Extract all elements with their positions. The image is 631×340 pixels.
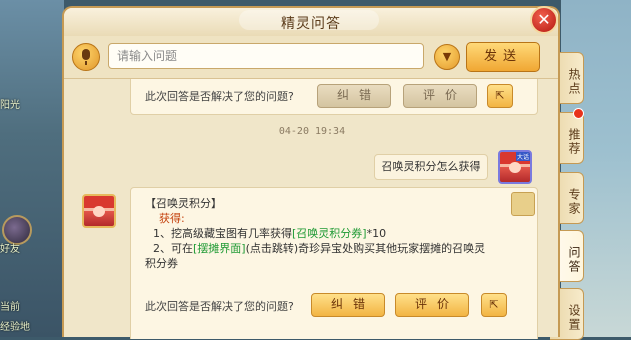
spirit-qa-window: 精灵问答 ▼ 发送 此次回答是否解决了您的问题? 纠错 评价 ⇱ 04-20 1… (62, 6, 560, 339)
tab-label: 热点 (567, 68, 581, 96)
answer-line-2-suffix: (点击跳转)奇珍异宝处购买其他玩家摆摊的召唤灵 (245, 242, 486, 255)
feedback-question: 此次回答是否解决了您的问题? (145, 300, 294, 313)
answer-line-1: 1、挖高级藏宝图有几率获得[召唤灵积分券]*10 (153, 226, 386, 241)
previous-answer-card: 此次回答是否解决了您的问题? 纠错 评价 ⇱ (130, 79, 538, 115)
tab-label: 问答 (567, 246, 581, 274)
answer-line-2-text: 2、可在 (153, 242, 193, 255)
spirit-avatar (82, 194, 116, 228)
title-bar: 精灵问答 (64, 8, 558, 37)
mic-body (82, 49, 90, 60)
answer-title: 【召唤灵积分】 (145, 197, 222, 210)
notification-dot (573, 108, 584, 119)
feedback-question: 此次回答是否解决了您的问题? (145, 90, 294, 103)
chat-area[interactable]: 此次回答是否解决了您的问题? 纠错 评价 ⇱ 04-20 19:34 召唤灵积分… (72, 79, 552, 339)
answer-card: 【召唤灵积分】 获得: 1、挖高级藏宝图有几率获得[召唤灵积分券]*10 2、可… (130, 187, 538, 339)
chevron-down-icon[interactable]: ▼ (434, 44, 460, 70)
close-icon[interactable]: ✕ (530, 6, 558, 34)
item-link[interactable]: [召唤灵积分券] (292, 227, 367, 240)
answer-obtain-label: 获得: (159, 212, 185, 225)
answer-line-1-text: 1、挖高级藏宝图有几率获得 (153, 227, 292, 240)
book-icon[interactable] (511, 192, 535, 216)
game-bg-text: 当前 (0, 302, 20, 313)
answer-line-2: 2、可在[摆摊界面](点击跳转)奇珍异宝处购买其他玩家摆摊的召唤灵 (153, 241, 485, 256)
rate-button[interactable]: 评价 (395, 293, 469, 317)
avatar-face (93, 206, 105, 217)
mic-stand (85, 61, 87, 65)
game-bg-text: 经验地 (0, 322, 30, 333)
question-input-row: ▼ 发送 (64, 36, 558, 79)
answer-line-1-suffix: *10 (366, 227, 387, 240)
message-timestamp: 04-20 19:34 (278, 126, 346, 137)
user-message: 召唤灵积分怎么获得 (374, 154, 488, 180)
rate-button[interactable]: 评价 (403, 84, 477, 108)
avatar-badge: 大话 (515, 152, 530, 161)
answer-line-3: 积分券 (145, 257, 178, 270)
user-avatar: 大话 (498, 150, 532, 184)
question-input[interactable] (108, 43, 424, 69)
correct-button[interactable]: 纠错 (317, 84, 391, 108)
correct-button[interactable]: 纠错 (311, 293, 385, 317)
game-background-left (0, 0, 64, 337)
avatar-face (509, 162, 521, 173)
microphone-icon[interactable] (72, 43, 100, 71)
send-button[interactable]: 发送 (466, 42, 540, 72)
share-icon[interactable]: ⇱ (481, 293, 507, 317)
tab-label: 设置 (567, 304, 581, 332)
game-bg-text: 好友 (0, 244, 20, 255)
game-background-right (561, 0, 631, 337)
share-icon[interactable]: ⇱ (487, 84, 513, 108)
game-bg-text: 阳光 (0, 100, 20, 111)
tab-label: 专家 (567, 188, 581, 216)
stall-link[interactable]: [摆摊界面] (193, 242, 246, 255)
tab-label: 推荐 (567, 128, 581, 156)
window-title: 精灵问答 (281, 16, 341, 32)
